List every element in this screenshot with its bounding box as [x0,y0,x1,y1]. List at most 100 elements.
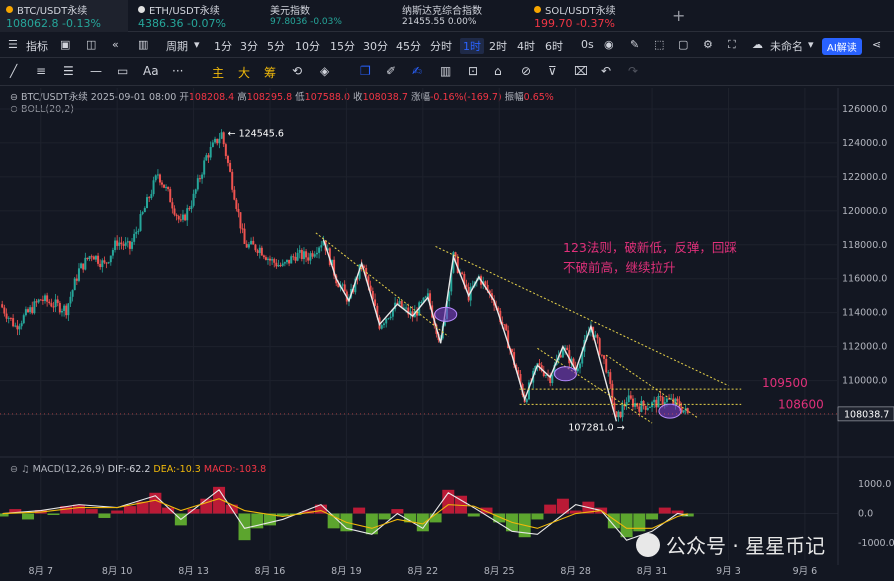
y-tick-label: 118000.0 [842,240,887,251]
candle-body [50,303,53,307]
highlight-ellipse [658,403,682,419]
candle-body [256,250,259,253]
macd-histogram-bar [111,510,124,514]
candle-body [538,363,541,366]
candle-body [235,199,238,209]
macd-histogram-bar [47,513,60,515]
annotation-line-1: 123法则，破新低，反弹，回踩 [563,240,737,255]
candle-body [135,231,138,234]
price-chart[interactable]: 126000.0 124000.0 122000.0 120000.0 118000.0… [0,0,894,581]
candle-body [648,407,651,409]
candle-body [88,256,91,259]
candle-body [294,256,297,261]
candle-body [629,395,632,399]
candle-body [461,272,464,274]
candle-body [181,214,184,220]
candle-body [46,295,49,302]
candle-body [122,244,125,246]
low-label: 107281.0 → [568,423,624,434]
macd-histogram-bar [85,509,98,514]
candle-body [285,259,288,263]
candle-body [22,315,25,324]
candle-body [484,281,487,285]
bell-icon[interactable]: ♫ [21,464,30,475]
macd-histogram-bar [162,507,175,514]
x-tick-label: 9月 3 [716,566,741,577]
level-label: 109500 [762,376,808,390]
candle-body [177,216,180,220]
y-tick-label: 122000.0 [842,172,887,183]
candle-body [160,182,163,185]
candle-body [307,257,310,261]
candle-body [65,305,68,316]
candle-body [111,250,114,256]
candle-body [139,214,142,231]
candle-body [128,241,131,249]
macd-legend: ⊖ ♫ MACD(12,26,9) DIF:-62.2 DEA:-10.3 MA… [10,464,267,475]
candle-body [296,252,299,261]
candle-body [627,395,630,403]
candle-body [31,307,34,314]
candle-body [54,299,57,307]
candle-body [313,254,316,257]
candle-body [196,178,199,190]
candle-body [405,307,408,309]
candle-body [209,146,212,158]
trend-line [537,347,653,424]
x-tick-label: 9月 6 [793,566,818,577]
highlight-ellipse [553,366,577,382]
candle-body [382,323,385,326]
candle-body [52,306,55,308]
candle-body [12,318,15,327]
candle-body [190,205,193,209]
candle-body [20,323,23,327]
candle-body [148,197,151,199]
candle-body [82,263,85,270]
macd-tick-label: 0.0 [858,509,873,520]
x-tick-label: 8月 22 [407,566,438,577]
candle-body [389,316,392,319]
candle-body [596,334,599,339]
candle-body [35,301,38,303]
candle-body [387,318,390,320]
candle-body [103,260,106,263]
macd-histogram-bar [353,507,366,514]
candle-body [385,318,388,324]
macd-histogram-bar [646,513,659,520]
candle-body [661,396,664,405]
candle-body [636,403,639,407]
candle-body [207,155,210,158]
candle-body [655,399,658,408]
candle-body [179,219,182,221]
candle-body [268,258,271,261]
candle-body [224,144,227,157]
candle-body [41,299,44,301]
candle-body [29,307,32,313]
candle-body [544,375,547,377]
candle-body [266,258,269,260]
candle-body [16,325,19,330]
candle-body [75,278,78,281]
candle-body [3,307,6,314]
candle-body [611,383,614,403]
candle-body [283,262,286,264]
candle-body [640,400,643,412]
candle-body [105,262,108,264]
candle-body [226,156,229,163]
candle-body [220,132,223,139]
candle-body [292,256,295,258]
y-tick-label: 114000.0 [842,308,887,319]
x-tick-label: 8月 13 [178,566,209,577]
candle-body [198,178,201,180]
high-label: ← 124545.6 [228,129,284,140]
candle-body [186,208,189,221]
x-tick-label: 8月 31 [637,566,668,577]
wechat-icon [636,532,660,557]
candle-body [48,301,51,304]
candle-body [120,242,123,245]
x-tick-label: 8月 19 [331,566,362,577]
macd-histogram-bar [467,513,480,517]
candle-body [97,255,100,264]
macd-collapse-icon[interactable]: ⊖ [10,464,18,475]
candle-body [229,162,232,172]
